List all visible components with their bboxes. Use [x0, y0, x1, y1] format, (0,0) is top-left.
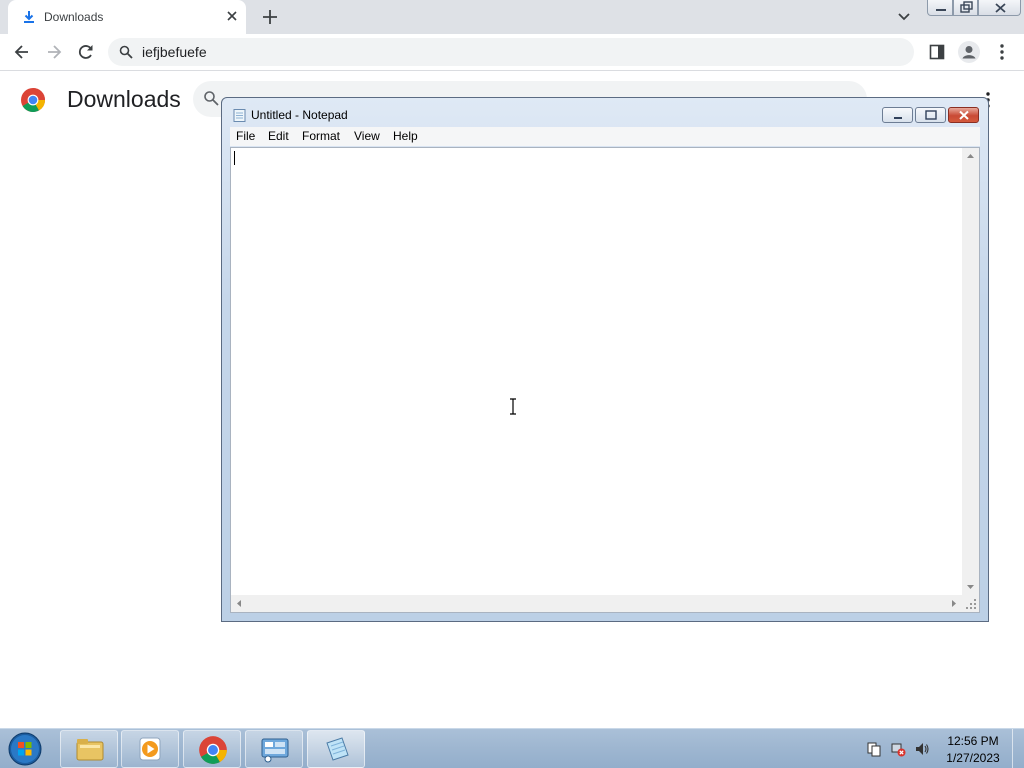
taskbar-chrome[interactable]: [183, 730, 241, 768]
taskbar-media-player[interactable]: [121, 730, 179, 768]
chrome-icon: [199, 736, 227, 764]
notepad-close-button[interactable]: [948, 107, 979, 123]
scroll-right-arrow-icon[interactable]: [945, 595, 962, 612]
taskbar-notepad[interactable]: [307, 730, 365, 768]
close-icon: [995, 3, 1006, 13]
notepad-text-area[interactable]: [230, 147, 980, 613]
restore-button[interactable]: [953, 0, 978, 16]
clock-date[interactable]: 1/27/2023: [944, 751, 1002, 765]
tab-title: Downloads: [44, 10, 104, 24]
text-cursor-icon: [510, 398, 516, 415]
minimize-button[interactable]: [927, 0, 953, 16]
notepad-maximize-button[interactable]: [915, 107, 946, 123]
restore-icon: [960, 1, 973, 13]
taskbar-control-panel[interactable]: [245, 730, 303, 768]
scroll-up-arrow-icon[interactable]: [962, 148, 979, 165]
menu-help[interactable]: Help: [393, 129, 418, 143]
forward-arrow-icon[interactable]: [44, 42, 64, 62]
close-button[interactable]: [978, 0, 1021, 16]
media-player-icon: [139, 737, 161, 761]
taskbar-file-explorer[interactable]: [60, 730, 118, 768]
close-icon[interactable]: [224, 8, 240, 24]
resize-grip[interactable]: [962, 595, 979, 612]
resize-grip-icon: [966, 599, 976, 609]
folder-icon: [76, 739, 104, 761]
download-icon: [24, 11, 34, 23]
menu-edit[interactable]: Edit: [268, 129, 289, 143]
notepad-window[interactable]: Untitled - Notepad File Edit Format View…: [221, 97, 989, 622]
scroll-down-arrow-icon[interactable]: [962, 578, 979, 595]
chevron-down-icon[interactable]: [896, 9, 912, 25]
address-text: iefjbefuefe: [142, 44, 207, 60]
notepad-icon: [233, 109, 246, 122]
search-icon: [204, 91, 219, 106]
tab-downloads[interactable]: Downloads: [8, 0, 246, 34]
chrome-tabstrip: Downloads: [0, 0, 1024, 34]
minimize-icon: [894, 117, 902, 119]
notepad-icon: [326, 737, 349, 761]
volume-icon[interactable]: [914, 741, 930, 757]
scroll-left-arrow-icon[interactable]: [231, 595, 248, 612]
new-tab-button[interactable]: [260, 7, 280, 27]
minimize-icon: [936, 9, 946, 11]
page-title: Downloads: [67, 86, 181, 112]
chrome-toolbar: iefjbefuefe: [0, 34, 1024, 71]
text-caret: [234, 151, 235, 165]
maximize-icon: [925, 110, 937, 120]
person-icon: [962, 46, 976, 59]
notepad-minimize-button[interactable]: [882, 107, 913, 123]
notepad-menubar: File Edit Format View Help: [230, 127, 980, 146]
horizontal-scrollbar[interactable]: [231, 595, 962, 612]
clock-time[interactable]: 12:56 PM: [946, 734, 1000, 748]
reload-icon[interactable]: [76, 42, 96, 62]
menu-file[interactable]: File: [236, 129, 255, 143]
chrome-logo-icon: [21, 88, 45, 113]
taskbar: 12:56 PM 1/27/2023: [0, 728, 1024, 768]
search-icon: [119, 45, 133, 59]
window-title: Untitled - Notepad: [251, 108, 348, 122]
start-button[interactable]: [6, 731, 44, 767]
back-arrow-icon[interactable]: [12, 42, 32, 62]
menu-format[interactable]: Format: [302, 129, 340, 143]
profile-avatar[interactable]: [958, 41, 980, 63]
side-panel-icon[interactable]: [929, 44, 945, 60]
window-controls: [927, 0, 1021, 17]
close-icon: [959, 110, 969, 120]
address-bar[interactable]: iefjbefuefe: [108, 38, 914, 66]
network-icon[interactable]: [890, 741, 906, 757]
control-panel-icon: [261, 738, 289, 763]
menu-view[interactable]: View: [354, 129, 380, 143]
more-vert-icon[interactable]: [997, 43, 1007, 61]
vertical-scrollbar[interactable]: [962, 148, 979, 595]
show-desktop-button[interactable]: [1012, 729, 1024, 768]
action-center-icon[interactable]: [866, 741, 882, 757]
